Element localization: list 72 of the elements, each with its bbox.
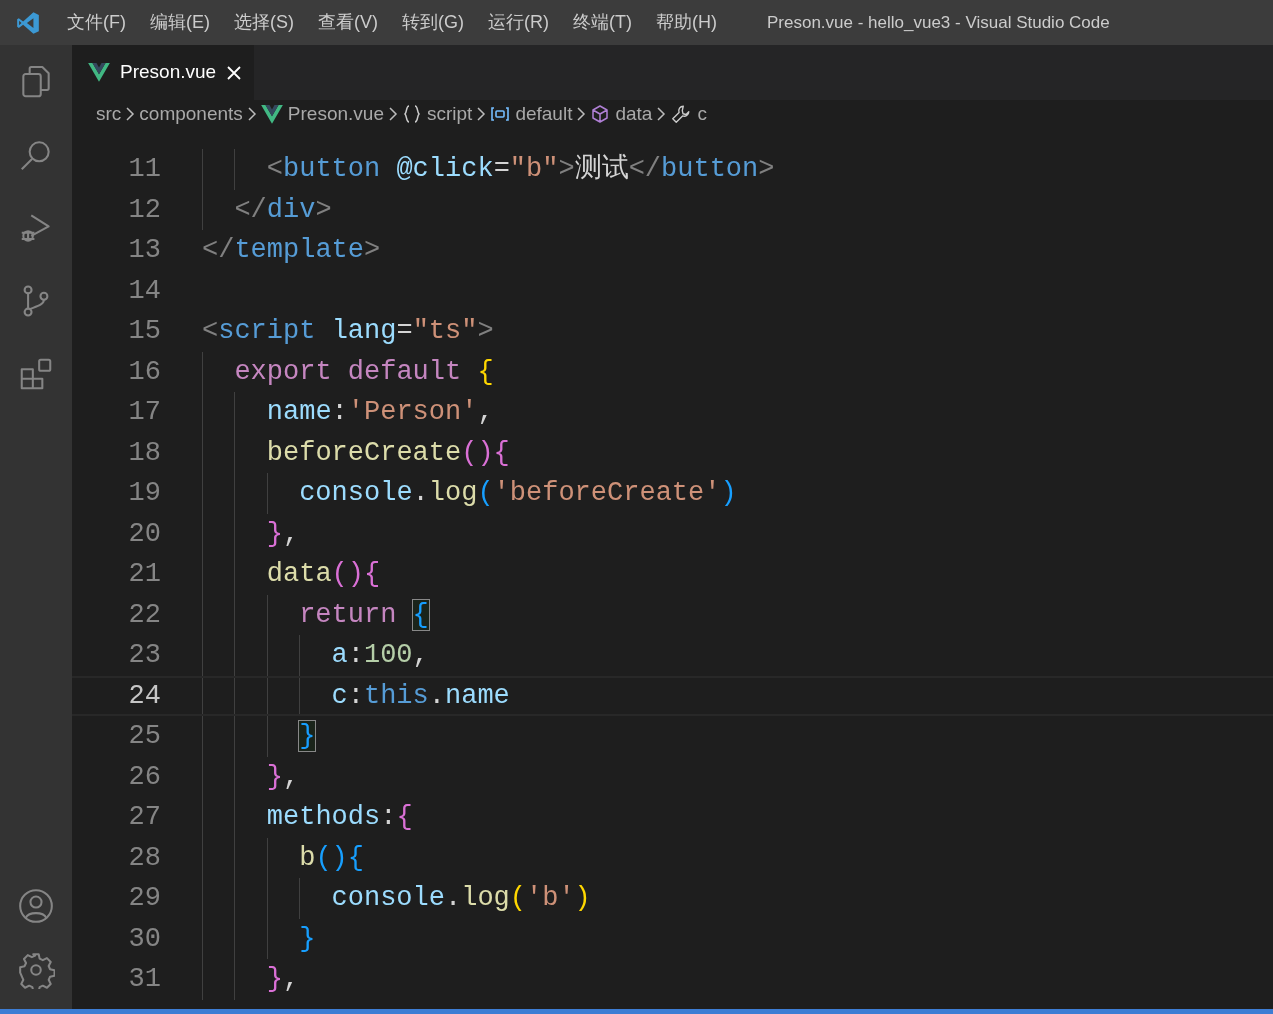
code-line: </template> [202,234,381,267]
line-number: 28 [127,841,161,875]
line-number: 13 [127,234,161,267]
settings-icon[interactable] [17,951,55,989]
close-icon[interactable] [226,64,243,81]
menu-item[interactable]: 文件(F) [55,9,138,36]
line-number: 25 [127,720,161,753]
chevron-icon [656,106,667,122]
menu-item[interactable]: 编辑(E) [138,9,222,36]
chevron-icon [576,106,587,122]
code-line: return { [299,598,429,632]
code-line: }, [266,517,300,551]
breadcrumb-item[interactable]: data [615,99,653,129]
chevron-icon [125,106,136,122]
code-line: <button @click="b">测试</button> [266,153,775,186]
menu-item[interactable]: 终端(T) [561,9,644,36]
code-line: console.log('beforeCreate') [299,477,737,510]
code-line: </div> [234,193,332,227]
vue-file-icon [260,104,283,124]
code-line: }, [266,963,300,996]
line-number: 16 [127,355,161,389]
code-line: beforeCreate(){ [266,436,510,470]
chevron-icon [246,106,257,122]
chevron-icon [476,106,487,122]
menu-item[interactable]: 选择(S) [222,9,306,36]
line-number: 23 [127,639,161,672]
line-number: 24 [127,679,161,713]
line-number: 29 [127,882,161,915]
code-line: data(){ [266,558,381,591]
code-line: c:this.name [331,679,510,713]
line-number: 21 [127,558,161,591]
menu-item[interactable]: 转到(G) [390,9,476,36]
code-line: }, [266,760,300,794]
code-line: a:100, [331,639,429,672]
logo-icon [14,9,41,36]
line-number: 31 [127,963,161,996]
line-number: 15 [127,315,161,348]
code-line: export default { [234,355,494,389]
code-line: console.log('b') [331,882,591,915]
line-number: 26 [127,760,161,794]
window-title: Preson.vue - hello_vue3 - Visual Studio Code [766,11,1110,34]
breadcrumb-item[interactable]: default [515,99,573,129]
editor-tab[interactable]: Preson.vue [72,45,255,100]
module-icon [490,106,511,122]
line-number: 19 [127,477,161,510]
line-number: 30 [127,922,161,956]
menu-item[interactable]: 运行(R) [476,9,561,36]
breadcrumb-item[interactable]: src [96,99,122,129]
code-line: <script lang="ts"> [202,315,494,348]
account-icon[interactable] [17,887,55,925]
line-number: 14 [127,274,161,308]
line-number: 12 [127,193,161,227]
breadcrumb-item[interactable]: Preson.vue [287,99,384,129]
line-number: 17 [127,396,161,429]
line-number: 11 [127,153,161,186]
breadcrumb-item[interactable]: c [697,99,707,129]
line-number: 18 [127,436,161,470]
braces-icon [401,104,422,124]
vue-file-icon [88,63,110,82]
code-line: b(){ [299,841,364,875]
breadcrumb-item[interactable]: components [139,99,243,129]
menu-item[interactable]: 查看(V) [306,9,390,36]
line-number: 27 [127,801,161,834]
code-line: } [299,922,316,956]
breadcrumb-item[interactable]: script [426,99,473,129]
menu-item[interactable]: 帮助(H) [643,9,729,36]
code-line: methods:{ [266,801,413,834]
chevron-icon [387,106,398,122]
line-number: 20 [127,517,161,551]
cube-icon [590,104,611,124]
code-line: name:'Person', [266,396,494,429]
line-number: 22 [127,598,161,632]
